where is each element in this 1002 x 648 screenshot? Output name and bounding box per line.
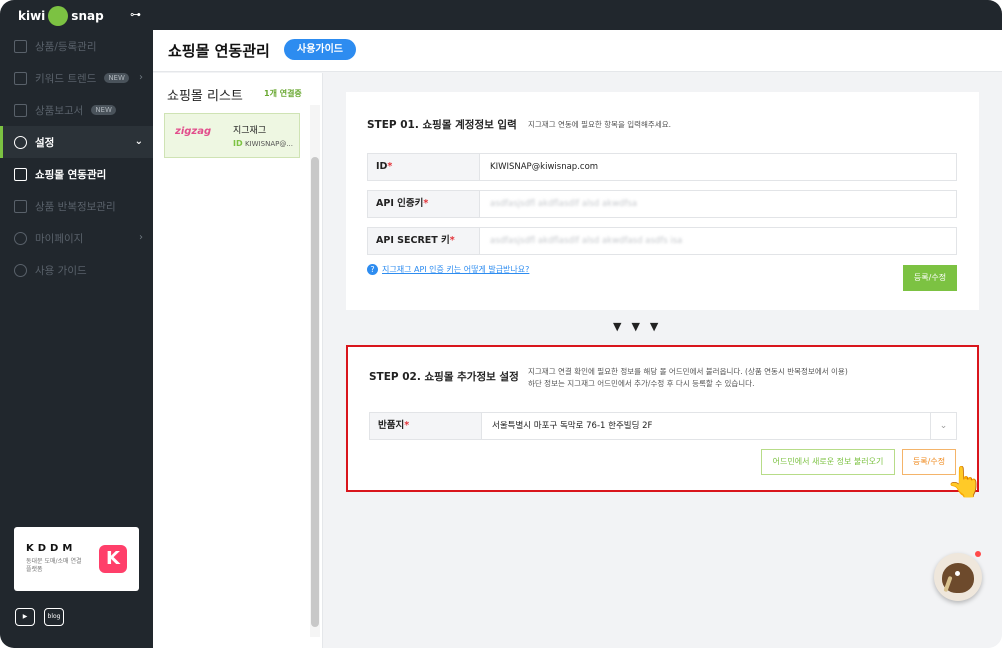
shop-list-title: 쇼핑몰 리스트 [167,89,243,104]
api-secret-label: API SECRET 키* [368,228,480,254]
shop-list-panel: 쇼핑몰 리스트 1개 연결중 zigzag 지그재그 ID KIWISNAP@.… [153,73,323,648]
sidebar-item-keyword[interactable]: 키워드 트렌드 NEW › [0,62,153,94]
sidebar-item-guide[interactable]: 사용 가이드 [0,254,153,286]
youtube-icon[interactable]: ▶ [15,608,35,626]
sidebar-item-mypage[interactable]: 마이페이지 › [0,222,153,254]
down-arrows-icon: ▼▼▼ [613,320,669,333]
kddm-logo-icon: K [99,545,127,573]
main-content: STEP 01. 쇼핑몰 계정정보 입력 지그재그 연동에 필요한 항목을 입력… [323,73,1002,648]
sidebar-item-label: 쇼핑몰 연동관리 [35,168,107,181]
return-address-select[interactable]: 반품지* 서울특별시 마포구 독막로 76-1 한주빌딩 2F ⌄ [369,412,957,440]
sidebar-item-label: 키워드 트렌드 [35,72,97,85]
load-admin-info-button[interactable]: 어드민에서 새로운 정보 불러오기 [761,449,895,475]
chevron-down-icon[interactable]: ⌄ [930,413,956,439]
required-mark: * [423,198,429,209]
shop-card-zigzag[interactable]: zigzag 지그재그 ID KIWISNAP@... [164,113,300,158]
question-icon: ? [367,264,378,275]
sidebar-item-product[interactable]: 상품/등록관리 [0,30,153,62]
sidebar-item-report[interactable]: 상품보고서 NEW [0,94,153,126]
promo-subtitle: 동대문 도매/소매 연결 플랫폼 [26,558,82,573]
id-input[interactable]: KIWISNAP@kiwisnap.com [490,154,598,180]
sidebar-item-label: 상품보고서 [35,104,84,117]
step1-title: STEP 01. 쇼핑몰 계정정보 입력 [367,119,517,131]
api-key-label: API 인증키* [368,191,480,217]
chart-icon [14,71,27,85]
api-secret-input[interactable]: asdfasjsdfl akdflasdlf alsd akwdfasd asd… [490,228,682,254]
kiwi-beak [943,575,953,593]
chatbot-button[interactable] [934,553,982,601]
chevron-right-icon: › [139,72,143,83]
field-label: API 인증키 [376,198,424,209]
required-mark: * [404,420,410,431]
field-label: 반품지 [378,420,405,431]
sidebar-item-label: 상품 반복정보관리 [35,200,116,213]
return-address-value[interactable]: 서울특별시 마포구 독막로 76-1 한주빌딩 2F [492,413,652,439]
api-key-field[interactable]: API 인증키* asdfasjsdfl akdflasdlf alsd akw… [367,190,957,218]
shop-list-scrollbar[interactable] [310,105,320,637]
sidebar-nav: 상품/등록관리 키워드 트렌드 NEW › 상품보고서 NEW 설정 ⌄ 쇼핑몰… [0,30,153,286]
step1-description: 지그재그 연동에 필요한 항목을 입력해주세요. [528,120,672,129]
pointing-hand-icon: 👆 [946,465,984,500]
field-label: API SECRET 키 [376,235,450,246]
step2-description-1: 지그재그 연결 확인에 필요한 정보를 해당 몰 어드민에서 불러옵니다. (상… [528,367,848,376]
report-icon [14,103,27,117]
help-icon [14,263,27,277]
return-address-label: 반품지* [370,413,482,439]
api-secret-field[interactable]: API SECRET 키* asdfasjsdfl akdflasdlf als… [367,227,957,255]
notification-dot [975,551,981,557]
sidebar-item-label: 설정 [35,136,55,149]
step2-card: STEP 02. 쇼핑몰 추가정보 설정 지그재그 연결 확인에 필요한 정보를… [346,345,983,500]
step1-card: STEP 01. 쇼핑몰 계정정보 입력 지그재그 연동에 필요한 항목을 입력… [346,92,979,310]
new-badge: NEW [104,73,129,83]
store-icon [14,199,27,213]
kddm-promo-banner[interactable]: KDDM 동대문 도매/소매 연결 플랫폼 K [14,527,139,591]
store-icon [14,167,27,181]
sidebar-item-label: 사용 가이드 [35,264,87,277]
id-field[interactable]: ID* KIWISNAP@kiwisnap.com [367,153,957,181]
page-header: 쇼핑몰 연동관리 사용가이드 [153,30,1002,72]
api-key-input[interactable]: asdfasjsdfl akdflasdlf alsd akwdfsa [490,191,637,217]
brand-right: snap [71,9,104,23]
id-label: ID* [368,154,480,180]
user-guide-button[interactable]: 사용가이드 [284,39,356,60]
sidebar-item-label: 상품/등록관리 [35,40,97,53]
top-bar [153,0,1002,30]
page-title: 쇼핑몰 연동관리 [168,42,270,60]
kiwi-logo-icon [48,6,69,26]
sidebar: kiwi snap ⊶ 상품/등록관리 키워드 트렌드 NEW › 상품보고서 … [0,0,153,648]
sidebar-item-repeat-info[interactable]: 상품 반복정보관리 [0,190,153,222]
help-link-text[interactable]: 지그재그 API 인증 키는 어떻게 발급받나요? [382,264,529,275]
shop-id-value: KIWISNAP@... [245,140,294,148]
step2-description-2: 하단 정보는 지그재그 어드민에서 추가/수정 후 다시 등록할 수 있습니다. [528,379,755,388]
scrollbar-thumb[interactable] [311,157,319,627]
list-icon [14,39,27,53]
field-label: ID [376,161,388,172]
shop-id-label: ID [233,139,243,148]
api-help-link[interactable]: ? 지그재그 API 인증 키는 어떻게 발급받나요? [367,264,529,275]
chevron-right-icon: › [139,232,143,243]
gear-icon [14,135,27,149]
zigzag-logo-icon: zigzag [175,126,212,137]
promo-title: KDDM [26,543,77,554]
kiwi-bird-icon [942,563,974,593]
active-indicator [0,126,3,158]
sidebar-item-shop-link[interactable]: 쇼핑몰 연동관리 [0,158,153,190]
app-window: kiwi snap ⊶ 상품/등록관리 키워드 트렌드 NEW › 상품보고서 … [0,0,1002,648]
brand-logo[interactable]: kiwi snap [18,6,104,26]
brand-left: kiwi [18,9,46,23]
required-mark: * [449,235,455,246]
kiwi-eye [955,571,960,576]
user-icon [14,231,27,245]
key-icon[interactable]: ⊶ [130,8,146,21]
new-badge: NEW [91,105,116,115]
step2-title: STEP 02. 쇼핑몰 추가정보 설정 [369,371,519,383]
chevron-down-icon: ⌄ [134,136,143,147]
sidebar-item-settings[interactable]: 설정 ⌄ [0,126,153,158]
required-mark: * [387,161,393,172]
shop-name: 지그재그 [233,126,267,136]
shop-count-badge: 1개 연결중 [264,89,302,98]
sidebar-item-label: 마이페이지 [35,232,84,245]
blog-icon[interactable]: blog [44,608,64,626]
step1-submit-button[interactable]: 등록/수정 [903,265,957,291]
